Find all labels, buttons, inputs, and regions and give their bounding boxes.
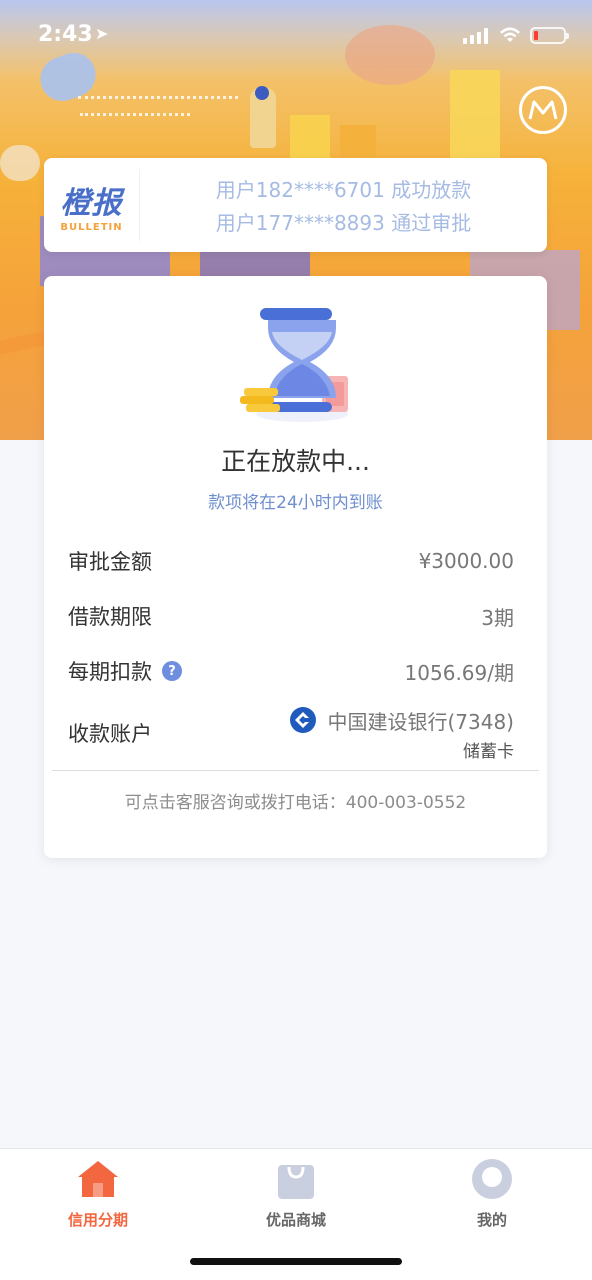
bulletin-card[interactable]: 橙报 BULLETIN 用户182****6701 成功放款 用户177****… xyxy=(44,158,547,252)
customer-service-hotline[interactable]: 可点击客服咨询或拨打电话：400-003-0552 xyxy=(44,788,547,813)
wifi-icon xyxy=(500,27,520,42)
row-label: 审批金额 xyxy=(68,550,152,574)
divider xyxy=(52,770,539,771)
dots-decoration xyxy=(80,113,190,116)
loan-status-title: 正在放款中... xyxy=(221,447,370,476)
tab-profile[interactable]: 我的 xyxy=(432,1157,552,1230)
home-icon xyxy=(78,1161,118,1197)
dots-decoration xyxy=(78,96,238,99)
bulletin-logo-text: 橙报 xyxy=(60,185,123,221)
row-value: ¥3000.00 xyxy=(418,549,514,573)
receiving-account-row: 收款账户 中国建设银行(7348) 储蓄卡 xyxy=(68,706,514,762)
tab-credit-installment[interactable]: 信用分期 xyxy=(38,1157,158,1230)
row-label-wrap: 每期扣款 ? xyxy=(68,656,182,686)
installment-row: 每期扣款 ? 1056.69/期 xyxy=(68,656,514,686)
bulletin-messages: 用户182****6701 成功放款 用户177****8893 通过审批 xyxy=(140,174,547,236)
bulletin-logo: 橙报 BULLETIN xyxy=(44,169,140,241)
loan-term-row: 借款期限 3期 xyxy=(68,601,514,631)
bank-name: 中国建设银行(7348) xyxy=(327,710,514,734)
battery-icon xyxy=(530,27,569,44)
home-indicator[interactable] xyxy=(190,1258,402,1265)
help-icon[interactable]: ? xyxy=(162,661,182,681)
bulletin-message: 用户177****8893 通过审批 xyxy=(215,211,472,235)
status-time: 2:43 xyxy=(38,22,93,47)
ccb-bank-icon xyxy=(290,707,317,733)
loan-status-subtitle: 款项将在24小时内到账 xyxy=(208,493,383,513)
bulletin-logo-subtext: BULLETIN xyxy=(60,221,123,233)
row-label: 收款账户 xyxy=(68,722,152,746)
status-bar: 2:43 ➤ xyxy=(0,0,592,72)
tab-label: 信用分期 xyxy=(67,1211,128,1229)
tab-label: 优品商城 xyxy=(265,1211,326,1229)
row-value: 1056.69/期 xyxy=(404,660,514,685)
cloud-decoration xyxy=(0,145,40,181)
cellular-signal-icon xyxy=(463,28,488,44)
bank-info: 中国建设银行(7348) 储蓄卡 xyxy=(289,706,514,762)
approved-amount-row: 审批金额 ¥3000.00 xyxy=(68,546,514,576)
loan-status-card: 正在放款中... 款项将在24小时内到账 审批金额 ¥3000.00 借款期限 … xyxy=(44,276,547,858)
profile-icon xyxy=(472,1159,512,1199)
row-label: 借款期限 xyxy=(68,605,152,629)
person-illustration xyxy=(255,86,269,100)
row-value: 3期 xyxy=(481,605,514,630)
m-logo-icon[interactable] xyxy=(519,86,567,134)
hourglass-icon xyxy=(240,308,348,422)
bulletin-message: 用户182****6701 成功放款 xyxy=(215,178,472,202)
tab-mall[interactable]: 优品商城 xyxy=(236,1157,356,1230)
card-type: 储蓄卡 xyxy=(463,742,514,762)
shopping-bag-icon xyxy=(278,1165,314,1199)
location-arrow-icon: ➤ xyxy=(95,24,109,43)
row-label: 每期扣款 xyxy=(68,660,152,684)
tab-label: 我的 xyxy=(476,1211,507,1229)
